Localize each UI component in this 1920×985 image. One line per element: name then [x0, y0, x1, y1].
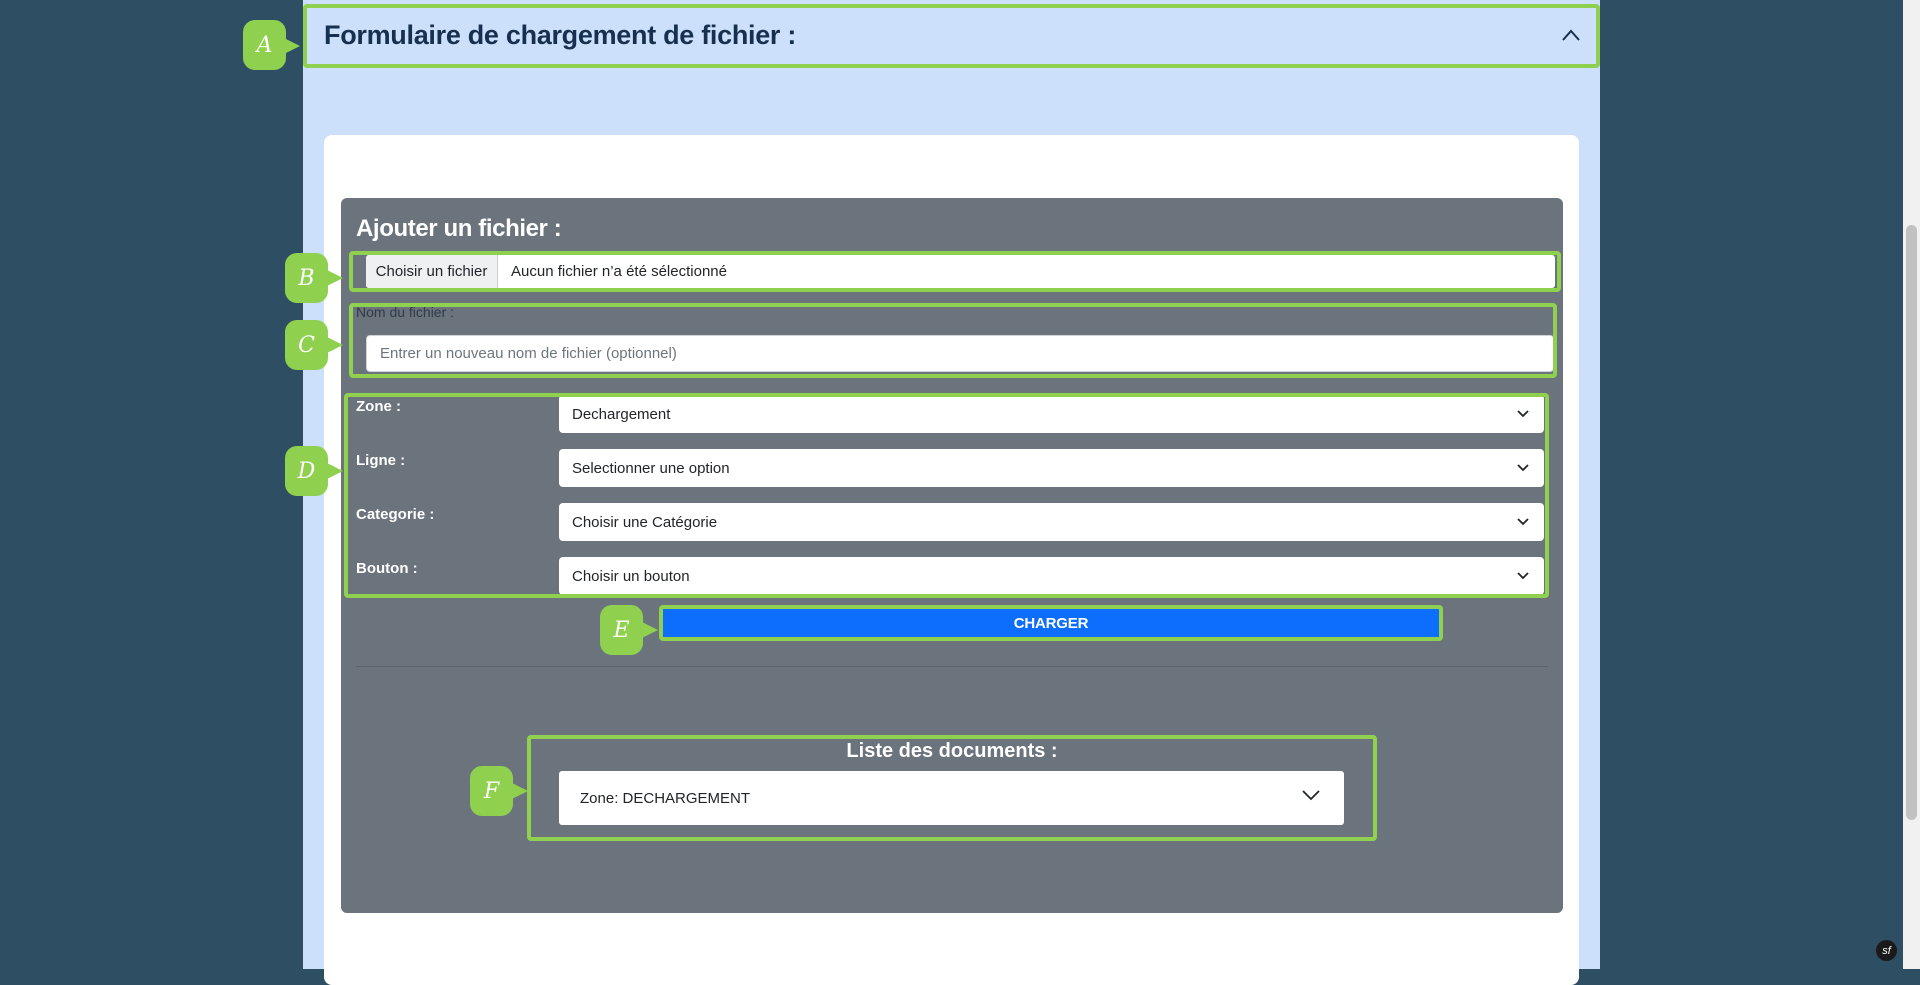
callout-frame-e [659, 605, 1443, 641]
callout-frame-b [349, 251, 1561, 292]
accordion-title: Formulaire de chargement de fichier : [324, 20, 797, 50]
callout-badge-d: D [285, 446, 328, 496]
chevron-up-icon[interactable] [1561, 28, 1581, 42]
callout-frame-d [344, 393, 1549, 598]
callout-badge-c: C [285, 320, 328, 370]
callout-badge-f: F [470, 766, 513, 816]
scrollbar-thumb[interactable] [1906, 225, 1917, 820]
callout-frame-f [527, 735, 1377, 841]
divider [356, 666, 1548, 667]
symfony-toolbar-icon[interactable]: sf [1876, 940, 1897, 961]
callout-badge-e: E [600, 605, 643, 655]
callout-frame-c [349, 303, 1557, 378]
callout-badge-b: B [285, 253, 328, 303]
add-file-heading: Ajouter un fichier : [356, 215, 562, 242]
callout-badge-a: A [243, 20, 286, 70]
